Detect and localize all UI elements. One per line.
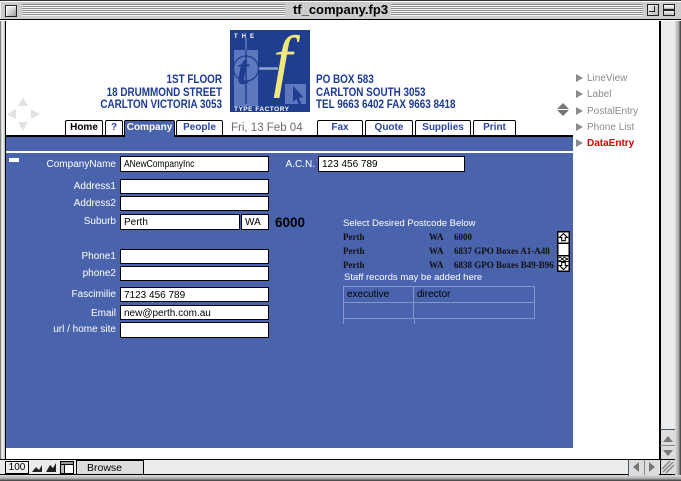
svg-text:THE: THE	[234, 34, 258, 40]
svg-text:t: t	[237, 48, 250, 94]
svg-text:TYPE FACTORY: TYPE FACTORY	[234, 106, 290, 112]
